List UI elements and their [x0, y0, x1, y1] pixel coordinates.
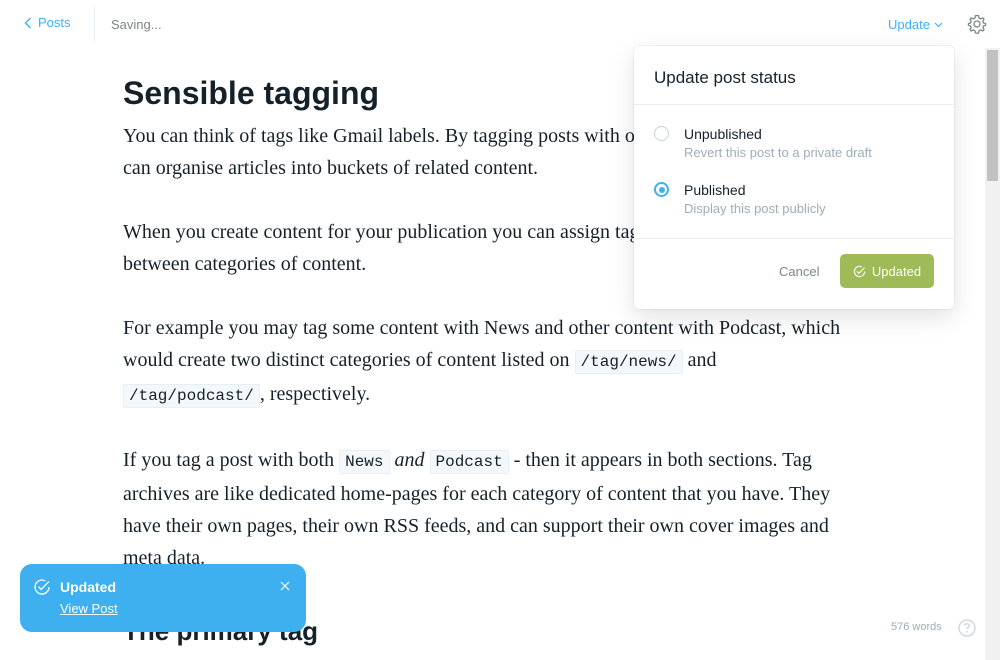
- word-count: 576 words: [891, 621, 942, 633]
- inline-code-news: /tag/news/: [574, 350, 683, 374]
- scrollbar-thumb[interactable]: [987, 50, 998, 181]
- updated-button[interactable]: Updated: [840, 254, 934, 288]
- paragraph-4[interactable]: If you tag a post with both News and Pod…: [123, 444, 863, 574]
- emphasis-and: and: [394, 449, 425, 471]
- paragraph-3[interactable]: For example you may tag some content wit…: [123, 312, 863, 412]
- inline-code-podcast-tag: Podcast: [429, 450, 509, 474]
- back-to-posts-link[interactable]: Posts: [24, 15, 71, 30]
- update-menu-trigger[interactable]: Update: [888, 17, 943, 32]
- updated-button-label: Updated: [871, 263, 922, 279]
- paragraph-3-text-b: and: [682, 349, 717, 371]
- radio-description-published: Display this post publicly: [684, 201, 826, 216]
- cancel-button[interactable]: Cancel: [779, 264, 819, 279]
- inline-code-news-tag: News: [339, 450, 390, 474]
- radio-unpublished[interactable]: [654, 126, 669, 141]
- paragraph-4-text-a: If you tag a post with both: [123, 449, 340, 471]
- view-post-link[interactable]: View Post: [60, 601, 118, 616]
- notification-toast: Updated View Post: [20, 564, 306, 632]
- header-divider: [94, 6, 95, 42]
- update-status-popup: Update post status Unpublished Revert th…: [634, 46, 954, 309]
- chevron-left-icon: [24, 17, 31, 28]
- close-icon[interactable]: [278, 579, 292, 593]
- paragraph-3-text-c: , respectively.: [259, 383, 371, 405]
- radio-option-unpublished[interactable]: Unpublished Revert this post to a privat…: [654, 126, 934, 160]
- check-circle-icon: [853, 265, 866, 277]
- radio-label-unpublished: Unpublished: [684, 126, 762, 142]
- popup-divider-bottom: [634, 238, 954, 239]
- update-trigger-label: Update: [888, 17, 930, 32]
- inline-code-podcast: /tag/podcast/: [123, 384, 260, 408]
- radio-label-published: Published: [684, 182, 746, 198]
- popup-title: Update post status: [654, 68, 796, 87]
- save-status: Saving...: [111, 17, 162, 32]
- check-circle-icon: [34, 579, 50, 595]
- editor-header: Posts Saving... Update: [0, 0, 1000, 48]
- back-link-label: Posts: [38, 15, 71, 30]
- radio-option-published[interactable]: Published Display this post publicly: [654, 182, 934, 216]
- chevron-down-icon: [934, 22, 943, 27]
- popup-divider-top: [634, 104, 954, 105]
- toast-title: Updated: [60, 579, 116, 595]
- gear-icon[interactable]: [967, 14, 987, 34]
- help-icon[interactable]: [958, 619, 976, 637]
- paragraph-3-text-a: For example you may tag some content wit…: [123, 317, 841, 371]
- radio-published[interactable]: [654, 182, 669, 197]
- radio-description-unpublished: Revert this post to a private draft: [684, 145, 872, 160]
